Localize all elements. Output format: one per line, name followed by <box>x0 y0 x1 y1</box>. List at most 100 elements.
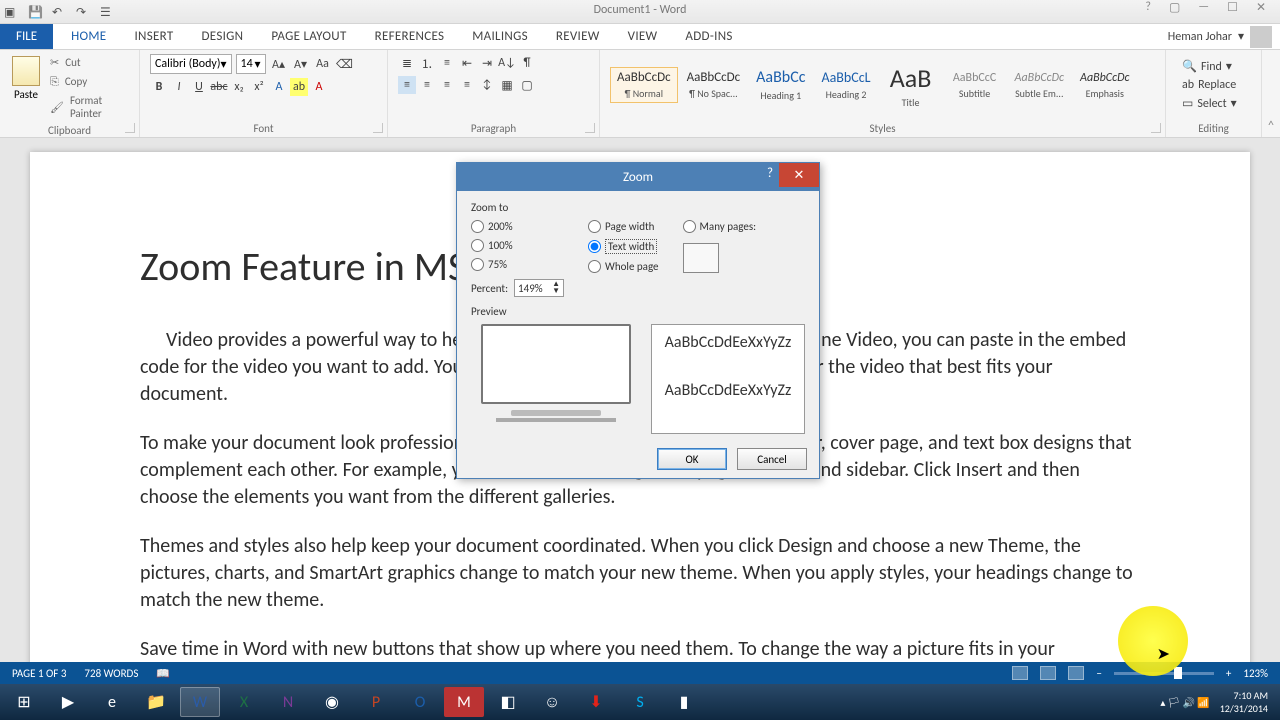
dialog-close-icon[interactable]: ✕ <box>779 163 819 187</box>
align-left-icon[interactable]: ≡ <box>398 76 416 94</box>
justify-icon[interactable]: ≡ <box>458 76 476 94</box>
touch-mode-icon[interactable]: ☰ <box>100 5 114 19</box>
tab-insert[interactable]: INSERT <box>120 24 187 49</box>
radio-text-width[interactable]: Text width <box>588 239 658 254</box>
copy-button[interactable]: ⎘ Copy <box>48 73 129 90</box>
print-layout-icon[interactable] <box>1040 666 1056 680</box>
many-pages-icon[interactable] <box>683 243 719 273</box>
show-marks-icon[interactable]: ¶ <box>518 54 536 72</box>
explorer-icon[interactable]: 📁 <box>136 687 176 717</box>
style-item[interactable]: AaBbCcHeading 1 <box>749 65 812 105</box>
app-icon[interactable]: ◧ <box>488 687 528 717</box>
shading-icon[interactable]: ▦ <box>498 76 516 94</box>
undo-icon[interactable]: ↶ <box>52 5 66 19</box>
sort-icon[interactable]: A↓ <box>498 54 516 72</box>
align-right-icon[interactable]: ≡ <box>438 76 456 94</box>
tab-design[interactable]: DESIGN <box>188 24 258 49</box>
user-account[interactable]: Heman Johar ▾ <box>1168 26 1280 48</box>
radio-75[interactable]: 75% <box>471 258 564 271</box>
dialog-titlebar[interactable]: Zoom ? ✕ <box>457 163 819 191</box>
onenote-icon[interactable]: N <box>268 687 308 717</box>
media-player-icon[interactable]: ▶ <box>48 687 88 717</box>
highlight-icon[interactable]: ab <box>290 78 308 96</box>
select-button[interactable]: ▭ Select ▾ <box>1180 95 1247 112</box>
zoom-out-icon[interactable]: − <box>1096 667 1101 680</box>
radio-many-pages[interactable]: Many pages: <box>683 220 757 233</box>
close-icon[interactable]: ✕ <box>1256 0 1266 15</box>
radio-page-width[interactable]: Page width <box>588 220 658 233</box>
shrink-font-icon[interactable]: A▾ <box>292 55 310 73</box>
tab-addins[interactable]: ADD-INS <box>671 24 746 49</box>
tab-file[interactable]: FILE <box>0 24 53 49</box>
acrobat-icon[interactable]: ⬇ <box>576 687 616 717</box>
spellcheck-icon[interactable]: 📖 <box>156 667 170 680</box>
increase-indent-icon[interactable]: ⇥ <box>478 54 496 72</box>
style-item[interactable]: AaBTitle <box>880 59 942 112</box>
ok-button[interactable]: OK <box>657 448 727 470</box>
dialog-launcher-icon[interactable] <box>1151 123 1161 133</box>
radio-whole-page[interactable]: Whole page <box>588 260 658 273</box>
style-item[interactable]: AaBbCcDc¶ Normal <box>610 67 678 103</box>
maximize-icon[interactable]: ☐ <box>1227 0 1238 15</box>
style-item[interactable]: AaBbCcLHeading 2 <box>814 66 877 104</box>
underline-icon[interactable]: U <box>190 78 208 96</box>
web-layout-icon[interactable] <box>1068 666 1084 680</box>
change-case-icon[interactable]: Aa <box>314 55 332 73</box>
replace-button[interactable]: ab Replace <box>1180 77 1247 93</box>
font-color-icon[interactable]: A <box>310 78 328 96</box>
line-spacing-icon[interactable]: ↕ <box>478 76 496 94</box>
excel-icon[interactable]: X <box>224 687 264 717</box>
decrease-indent-icon[interactable]: ⇤ <box>458 54 476 72</box>
app-icon[interactable]: M <box>444 687 484 717</box>
page-indicator[interactable]: PAGE 1 OF 3 <box>12 667 66 680</box>
cut-button[interactable]: ✂ Cut <box>48 54 129 71</box>
ribbon-display-icon[interactable]: ▢ <box>1169 0 1180 15</box>
app-icon[interactable]: ▮ <box>664 687 704 717</box>
smiley-icon[interactable]: ☺ <box>532 687 572 717</box>
tab-page-layout[interactable]: PAGE LAYOUT <box>257 24 360 49</box>
style-item[interactable]: AaBbCcDcEmphasis <box>1073 68 1136 103</box>
dialog-launcher-icon[interactable] <box>373 123 383 133</box>
word-count[interactable]: 728 WORDS <box>84 667 138 680</box>
system-tray[interactable]: ▴ 🏳 🔊 📶 7:10 AM 12/31/2014 <box>1160 689 1276 715</box>
start-button[interactable]: ⊞ <box>4 687 44 717</box>
style-item[interactable]: AaBbCcCSubtitle <box>944 68 1006 103</box>
word-taskbar-icon[interactable]: W <box>180 687 220 717</box>
font-name-combo[interactable]: Calibri (Body)▾ <box>150 54 232 74</box>
align-center-icon[interactable]: ≡ <box>418 76 436 94</box>
help-icon[interactable]: ? <box>1145 0 1151 15</box>
clear-format-icon[interactable]: ⌫ <box>336 55 354 73</box>
text-effects-icon[interactable]: A <box>270 78 288 96</box>
ie-icon[interactable]: e <box>92 687 132 717</box>
strike-icon[interactable]: abc <box>210 78 228 96</box>
skype-icon[interactable]: S <box>620 687 660 717</box>
superscript-icon[interactable]: x² <box>250 78 268 96</box>
chrome-icon[interactable]: ◉ <box>312 687 352 717</box>
style-item[interactable]: AaBbCcDc¶ No Spac... <box>680 67 748 103</box>
cancel-button[interactable]: Cancel <box>737 448 807 470</box>
styles-gallery[interactable]: AaBbCcDc¶ NormalAaBbCcDc¶ No Spac...AaBb… <box>610 54 1155 116</box>
tab-home[interactable]: HOME <box>57 24 120 49</box>
format-painter-button[interactable]: 🖌 Format Painter <box>48 92 129 122</box>
minimize-icon[interactable]: — <box>1198 0 1209 15</box>
style-item[interactable]: AaBbCcDcSubtle Em... <box>1008 68 1071 103</box>
tab-review[interactable]: REVIEW <box>542 24 614 49</box>
font-size-combo[interactable]: 14▾ <box>236 54 266 74</box>
dialog-launcher-icon[interactable] <box>585 123 595 133</box>
radio-200[interactable]: 200% <box>471 220 564 233</box>
tab-mailings[interactable]: MAILINGS <box>458 24 542 49</box>
dialog-help-icon[interactable]: ? <box>767 166 773 181</box>
outlook-icon[interactable]: O <box>400 687 440 717</box>
italic-icon[interactable]: I <box>170 78 188 96</box>
percent-spinner[interactable]: 149%▲▼ <box>514 279 564 297</box>
grow-font-icon[interactable]: A▴ <box>270 55 288 73</box>
subscript-icon[interactable]: x₂ <box>230 78 248 96</box>
save-icon[interactable]: 💾 <box>28 5 42 19</box>
radio-100[interactable]: 100% <box>471 239 564 252</box>
powerpoint-icon[interactable]: P <box>356 687 396 717</box>
tab-view[interactable]: VIEW <box>614 24 672 49</box>
paste-button[interactable]: Paste <box>10 54 42 122</box>
dialog-launcher-icon[interactable] <box>125 123 135 133</box>
collapse-ribbon-icon[interactable]: ^ <box>1262 50 1280 137</box>
bullets-icon[interactable]: ≣ <box>398 54 416 72</box>
